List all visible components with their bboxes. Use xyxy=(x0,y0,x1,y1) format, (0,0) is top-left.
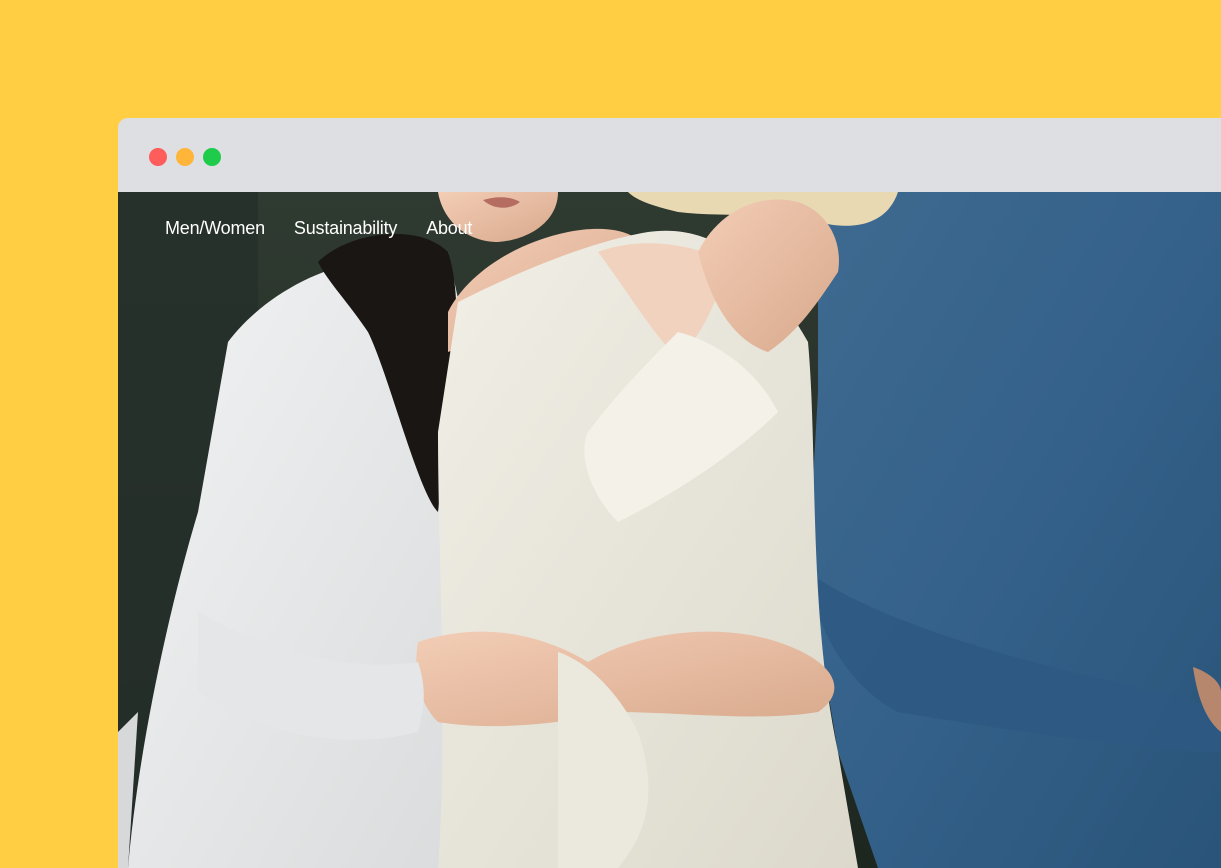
main-navigation: Men/Women Sustainability About xyxy=(165,218,501,239)
page-background: Men/Women Sustainability About xyxy=(0,0,1221,868)
close-window-button[interactable] xyxy=(149,148,167,166)
nav-link-about[interactable]: About xyxy=(426,218,472,239)
browser-window: Men/Women Sustainability About xyxy=(118,118,1221,868)
nav-link-men-women[interactable]: Men/Women xyxy=(165,218,265,239)
minimize-window-button[interactable] xyxy=(176,148,194,166)
hero-photo xyxy=(118,192,1221,868)
window-titlebar xyxy=(118,118,1221,192)
maximize-window-button[interactable] xyxy=(203,148,221,166)
nav-link-sustainability[interactable]: Sustainability xyxy=(294,218,397,239)
page-viewport: Men/Women Sustainability About xyxy=(118,192,1221,868)
